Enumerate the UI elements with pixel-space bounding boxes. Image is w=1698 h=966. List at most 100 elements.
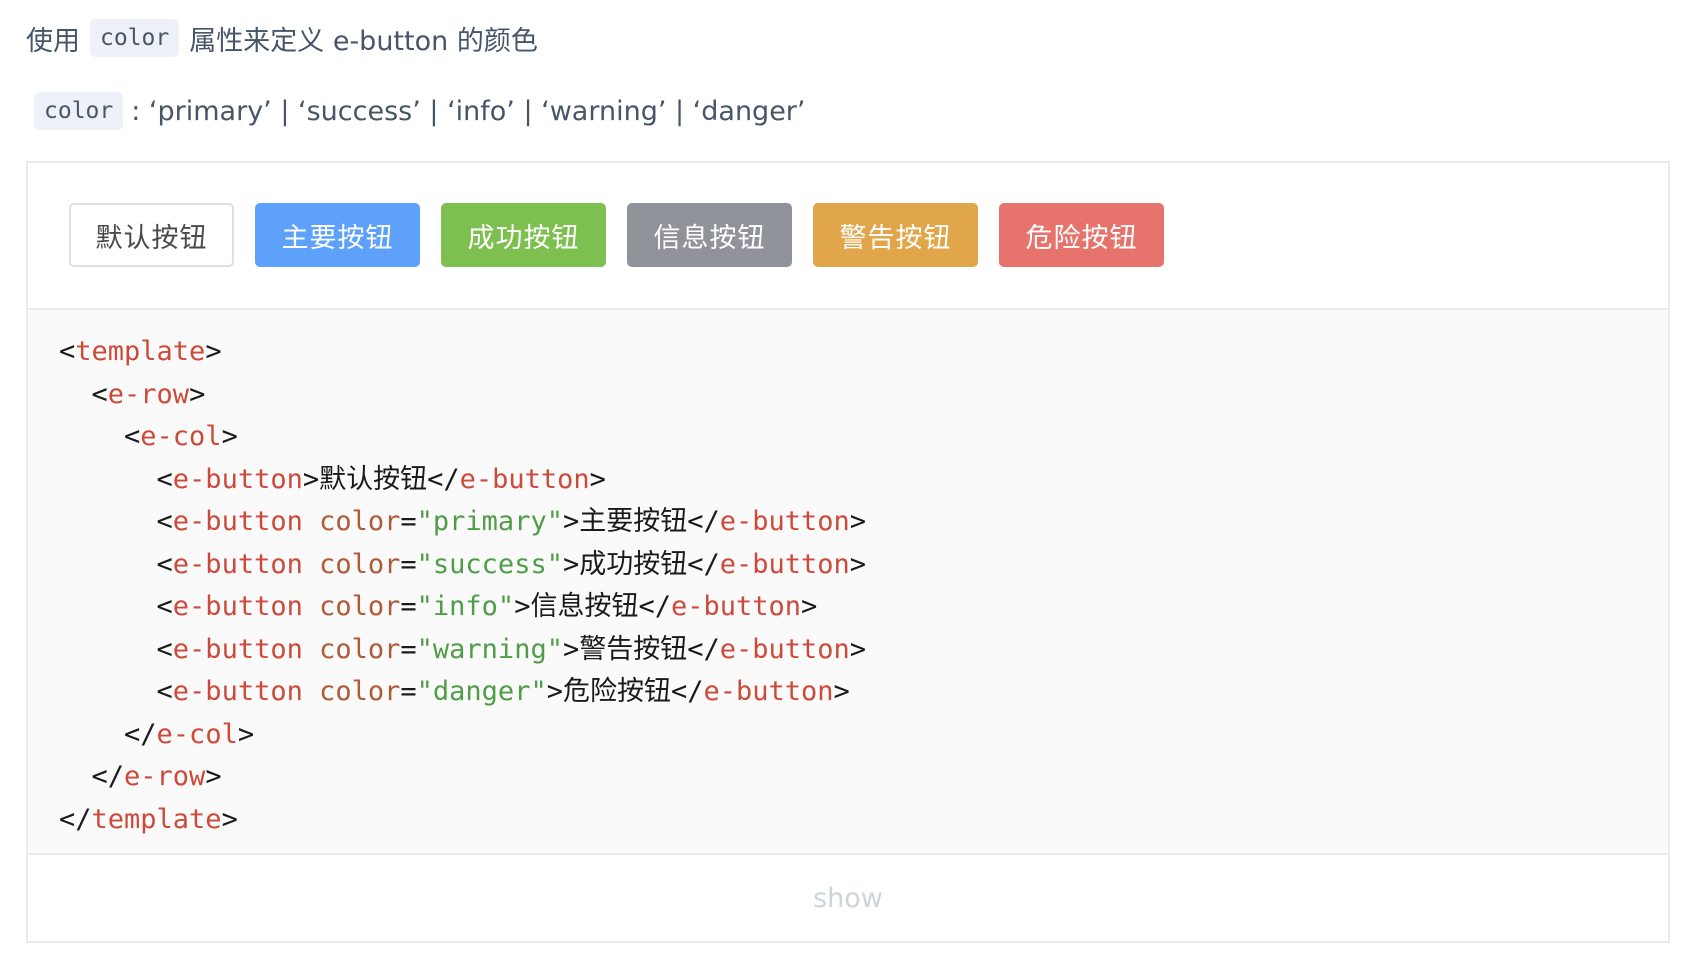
code-token: > bbox=[801, 591, 818, 622]
demo-preview: 默认按钮 主要按钮 成功按钮 信息按钮 警告按钮 危险按钮 bbox=[28, 163, 1668, 310]
code-token: template bbox=[91, 803, 222, 835]
code-token: = bbox=[400, 506, 417, 537]
code-token: = bbox=[400, 676, 417, 707]
code-token: </ bbox=[687, 506, 720, 537]
code-token: = bbox=[400, 591, 417, 622]
code-token: > bbox=[562, 548, 580, 580]
code-token: > bbox=[205, 336, 222, 367]
code-token: < bbox=[59, 591, 173, 622]
default-button[interactable]: 默认按钮 bbox=[69, 203, 234, 267]
danger-button[interactable]: 危险按钮 bbox=[999, 203, 1164, 267]
code-token: e-button bbox=[172, 676, 303, 707]
code-token: color bbox=[319, 633, 401, 665]
code-token: > bbox=[849, 548, 867, 580]
description-suffix: 属性来定义 e-button 的颜色 bbox=[189, 25, 538, 57]
show-code-toggle[interactable]: show bbox=[28, 855, 1668, 941]
code-token: < bbox=[59, 421, 141, 452]
code-token: 默认按钮 bbox=[319, 463, 428, 495]
code-line: </e-row> bbox=[59, 756, 1668, 799]
section-description: 使用 color 属性来定义 e-button 的颜色 bbox=[26, 16, 538, 60]
code-token: > bbox=[849, 633, 867, 665]
code-token: e-button bbox=[719, 548, 850, 580]
code-token: e-col bbox=[156, 718, 238, 750]
code-token: > bbox=[833, 676, 850, 707]
code-token: "info" bbox=[416, 591, 515, 622]
info-button[interactable]: 信息按钮 bbox=[627, 203, 792, 267]
code-token: 成功按钮 bbox=[579, 548, 688, 580]
code-token: e-button bbox=[172, 506, 303, 537]
code-token: e-button bbox=[670, 591, 802, 622]
code-token: "success" bbox=[416, 548, 563, 580]
code-token: e-button bbox=[459, 463, 590, 495]
code-token: e-row bbox=[124, 761, 206, 792]
code-token: 主要按钮 bbox=[579, 506, 688, 537]
code-token: > bbox=[589, 463, 606, 495]
code-token: e-button bbox=[172, 548, 303, 580]
code-token: </ bbox=[687, 633, 720, 665]
code-token: > bbox=[302, 463, 320, 495]
warning-button[interactable]: 警告按钮 bbox=[813, 203, 978, 267]
code-token: > bbox=[221, 803, 238, 835]
code-token: < bbox=[59, 548, 173, 580]
code-token: color bbox=[319, 591, 401, 622]
code-token: e-button bbox=[172, 633, 303, 665]
code-token: color bbox=[319, 676, 401, 707]
code-token: < bbox=[59, 463, 173, 495]
code-token: = bbox=[400, 633, 417, 665]
code-token: 信息按钮 bbox=[530, 591, 639, 622]
code-block: <template> <e-row> <e-col> <e-button>默认按… bbox=[28, 310, 1668, 855]
code-token: < bbox=[59, 336, 76, 367]
code-line: <template> bbox=[59, 331, 1668, 374]
description-prefix: 使用 bbox=[26, 25, 80, 57]
code-token: e-row bbox=[107, 378, 190, 410]
code-line: <e-button>默认按钮</e-button> bbox=[59, 459, 1668, 502]
code-token: > bbox=[562, 506, 580, 537]
code-token: e-button bbox=[719, 506, 850, 537]
code-token: > bbox=[849, 506, 867, 537]
code-token: color bbox=[319, 548, 401, 580]
docs-page: 使用 color 属性来定义 e-button 的颜色 color : ‘pri… bbox=[0, 0, 1698, 966]
success-button[interactable]: 成功按钮 bbox=[441, 203, 606, 267]
code-token: = bbox=[400, 548, 417, 580]
code-token: </ bbox=[638, 591, 671, 622]
code-token: < bbox=[59, 633, 173, 665]
code-token: </ bbox=[670, 676, 704, 707]
code-token: > bbox=[546, 676, 563, 707]
code-token: template bbox=[75, 336, 206, 367]
code-token: </ bbox=[427, 463, 460, 495]
code-token: </ bbox=[59, 718, 157, 750]
code-token: < bbox=[59, 506, 173, 537]
button-row: 默认按钮 主要按钮 成功按钮 信息按钮 警告按钮 危险按钮 bbox=[69, 203, 1164, 267]
code-token: 警告按钮 bbox=[579, 633, 688, 665]
inline-code-color: color bbox=[90, 19, 180, 57]
prop-values-line: color : ‘primary’ | ‘success’ | ‘info’ |… bbox=[34, 89, 806, 133]
code-token: </ bbox=[687, 548, 720, 580]
show-label: show bbox=[813, 882, 883, 914]
code-token: e-button bbox=[703, 676, 834, 707]
primary-button[interactable]: 主要按钮 bbox=[255, 203, 420, 267]
code-line: <e-col> bbox=[59, 416, 1668, 459]
code-token: e-button bbox=[719, 633, 850, 665]
code-line: <e-button color="danger">危险按钮</e-button> bbox=[59, 671, 1668, 714]
code-line: <e-button color="info">信息按钮</e-button> bbox=[59, 586, 1668, 629]
code-line: <e-row> bbox=[59, 374, 1668, 417]
code-token: "warning" bbox=[416, 633, 563, 665]
code-token: 危险按钮 bbox=[562, 676, 671, 707]
code-token: < bbox=[59, 676, 173, 707]
demo-block: 默认按钮 主要按钮 成功按钮 信息按钮 警告按钮 危险按钮 <template>… bbox=[26, 161, 1670, 943]
code-token: </ bbox=[59, 761, 125, 792]
code-token: > bbox=[237, 718, 255, 750]
code-token: "primary" bbox=[416, 506, 563, 537]
code-token: </ bbox=[59, 803, 92, 835]
code-line: </e-col> bbox=[59, 714, 1668, 757]
code-line: <e-button color="success">成功按钮</e-button… bbox=[59, 544, 1668, 587]
code-token: e-button bbox=[172, 463, 303, 495]
code-token: < bbox=[59, 378, 108, 410]
code-token: > bbox=[514, 591, 531, 622]
code-line: </template> bbox=[59, 799, 1668, 842]
code-line: <e-button color="primary">主要按钮</e-button… bbox=[59, 501, 1668, 544]
